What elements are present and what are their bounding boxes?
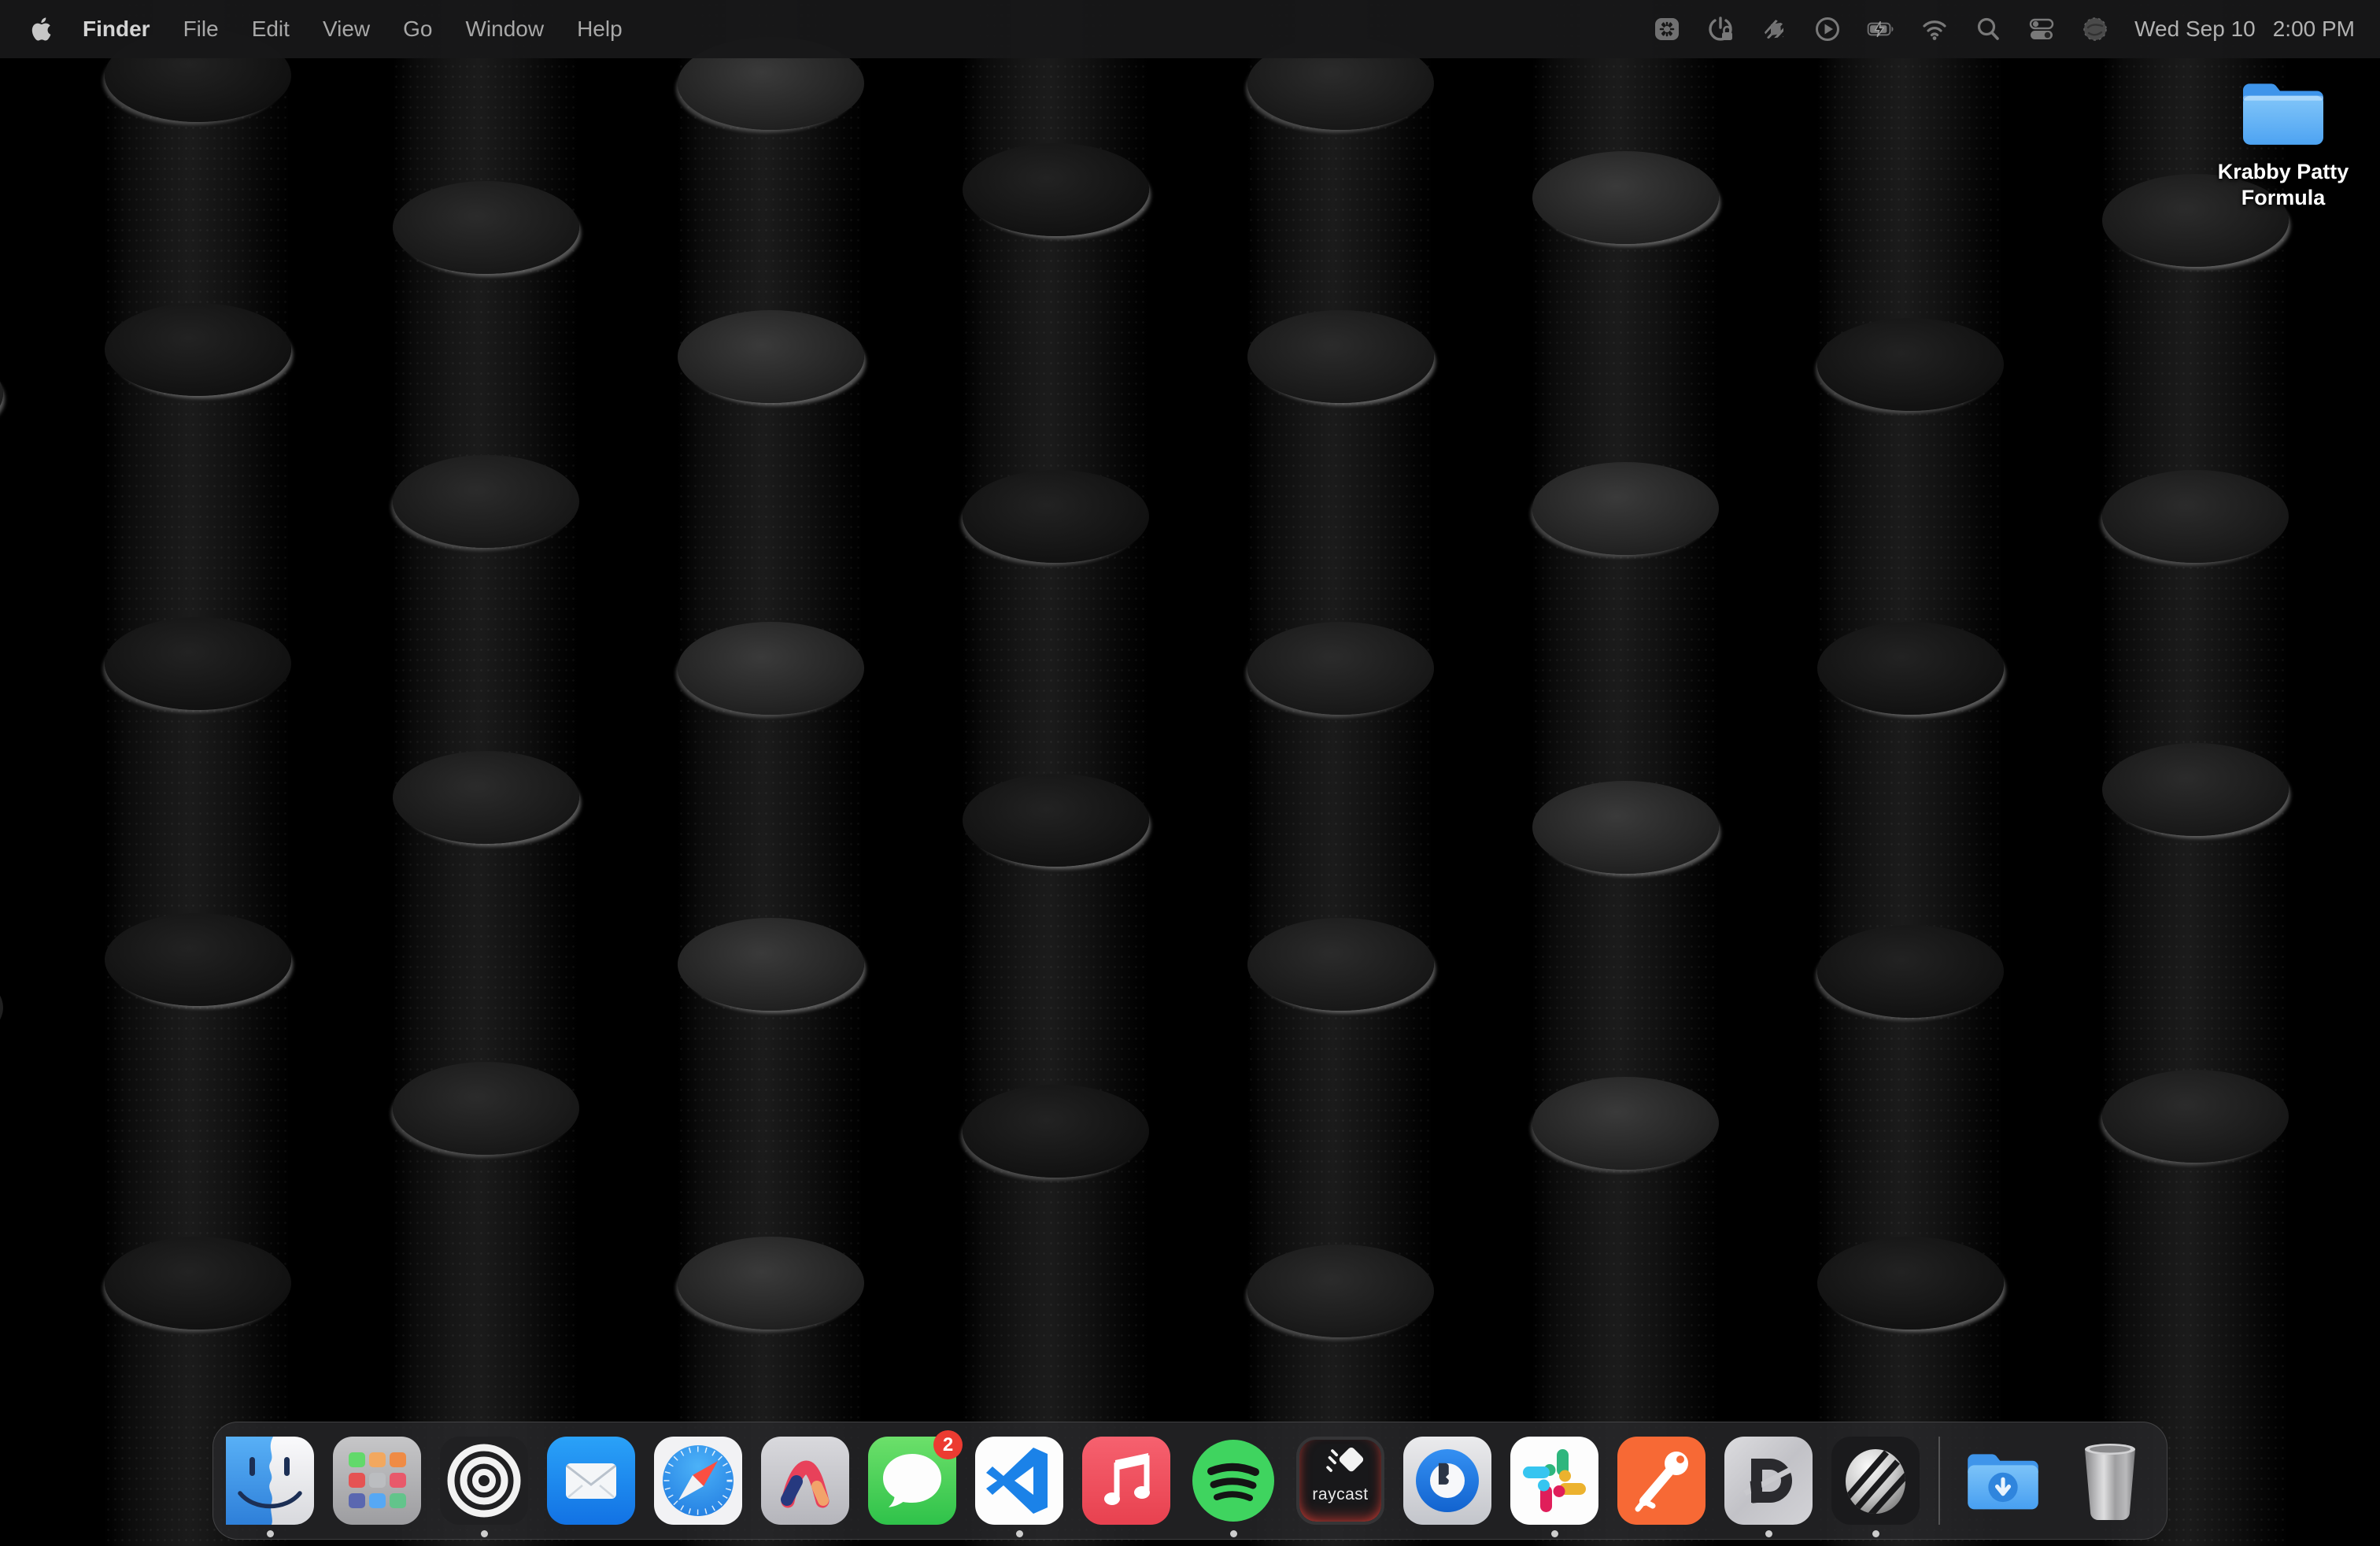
- screen-lock-icon[interactable]: [1706, 15, 1735, 43]
- wallpaper-cylinder-top: [1247, 918, 1434, 1011]
- dock-striped-sphere-app-icon[interactable]: [1831, 1437, 1920, 1525]
- folder-icon: [2234, 71, 2333, 151]
- menu-bar-status: Wed Sep 10 2:00 PM: [1653, 15, 2380, 43]
- dock-postman-icon[interactable]: [1617, 1437, 1706, 1525]
- dock-messages-icon[interactable]: 2: [868, 1437, 956, 1525]
- wallpaper-cylinder-top: [1532, 781, 1719, 874]
- wallpaper-cylinder-top: [1817, 1237, 2004, 1330]
- wallpaper-cylinder-top: [963, 470, 1149, 563]
- menu-item-finder[interactable]: Finder: [66, 0, 167, 58]
- menu-item-file[interactable]: File: [167, 0, 235, 58]
- wallpaper-cylinder-top: [1817, 622, 2004, 715]
- wallpaper: [0, 0, 2380, 1546]
- dock-slack-icon[interactable]: [1510, 1437, 1598, 1525]
- wallpaper-cylinder-top: [678, 310, 864, 403]
- dock-raycast-icon[interactable]: raycast: [1296, 1437, 1384, 1525]
- dock-finder-icon[interactable]: [226, 1437, 314, 1525]
- date-text: Wed Sep 10: [2134, 17, 2256, 42]
- wallpaper-cylinder-top: [678, 918, 864, 1011]
- apple-logo-icon[interactable]: [30, 14, 55, 44]
- menu-item-help[interactable]: Help: [560, 0, 639, 58]
- sphere-avatar-icon[interactable]: [2081, 15, 2109, 43]
- dock-vscode-icon[interactable]: [975, 1437, 1063, 1525]
- wallpaper-cylinder-top: [393, 1062, 579, 1155]
- dock-music-icon[interactable]: [1082, 1437, 1170, 1525]
- wallpaper-cylinder-top: [1532, 1077, 1719, 1170]
- menu-bar-clock[interactable]: Wed Sep 10 2:00 PM: [2134, 17, 2355, 42]
- dock-dia-icon[interactable]: [1724, 1437, 1813, 1525]
- dock-mail-icon[interactable]: [547, 1437, 635, 1525]
- wallpaper-cylinder-top: [1817, 925, 2004, 1018]
- wallpaper-cylinder-top: [2102, 1070, 2289, 1163]
- wallpaper-cylinder-top: [1532, 151, 1719, 244]
- keyboard-burst-icon[interactable]: [1653, 15, 1681, 43]
- menu-bar-left: Finder File Edit View Go Window Help: [0, 0, 639, 58]
- wallpaper-cylinder-top: [393, 751, 579, 844]
- wallpaper-cylinder-top: [963, 1085, 1149, 1178]
- striped-flag-icon[interactable]: [1760, 15, 1788, 43]
- dock-spotify-icon[interactable]: [1189, 1437, 1277, 1525]
- time-text: 2:00 PM: [2273, 17, 2355, 42]
- wallpaper-cylinder-top: [963, 774, 1149, 867]
- menu-item-edit[interactable]: Edit: [235, 0, 306, 58]
- dock-arc-icon[interactable]: [761, 1437, 849, 1525]
- wifi-icon[interactable]: [1920, 15, 1949, 43]
- wallpaper-cylinder: [0, 0, 3, 1546]
- desktop-folder-krabby-patty-formula[interactable]: Krabby Patty Formula: [2217, 71, 2349, 211]
- wallpaper-cylinder-top: [2102, 743, 2289, 836]
- dock-divider: [1938, 1437, 1940, 1525]
- messages-unread-badge: 2: [933, 1430, 963, 1459]
- wallpaper-cylinder-top: [678, 1237, 864, 1330]
- raycast-label: raycast: [1299, 1485, 1381, 1504]
- wallpaper-cylinder-top: [105, 913, 291, 1006]
- dock-trash-icon[interactable]: [2066, 1437, 2154, 1525]
- wallpaper-cylinder-top: [2102, 470, 2289, 563]
- dock-1password-icon[interactable]: [1403, 1437, 1491, 1525]
- control-center-icon[interactable]: [2027, 15, 2056, 43]
- spotlight-search-icon[interactable]: [1974, 15, 2002, 43]
- folder-label: Krabby Patty Formula: [2217, 159, 2349, 211]
- wallpaper-cylinder-top: [963, 143, 1149, 236]
- dock-downloads-folder-icon[interactable]: [1959, 1437, 2047, 1525]
- dock-concentric-circles-app-icon[interactable]: [440, 1437, 528, 1525]
- wallpaper-cylinder-top: [1247, 622, 1434, 715]
- menu-item-window[interactable]: Window: [449, 0, 560, 58]
- menu-bar: Finder File Edit View Go Window Help: [0, 0, 2380, 58]
- dock-launchpad-icon[interactable]: [333, 1437, 421, 1525]
- menu-item-go[interactable]: Go: [386, 0, 449, 58]
- desktop: Finder File Edit View Go Window Help: [0, 0, 2380, 1546]
- wallpaper-cylinder-top: [393, 455, 579, 548]
- wallpaper-cylinder-top: [1817, 318, 2004, 411]
- wallpaper-cylinder-top: [1247, 1245, 1434, 1337]
- wallpaper-cylinder-top: [1532, 462, 1719, 555]
- play-circle-icon[interactable]: [1813, 15, 1842, 43]
- dock: 2: [213, 1422, 2168, 1540]
- battery-charging-icon[interactable]: [1867, 15, 1895, 43]
- menu-item-view[interactable]: View: [306, 0, 386, 58]
- wallpaper-cylinder-top: [678, 622, 864, 715]
- wallpaper-cylinder-top: [393, 181, 579, 274]
- dock-safari-icon[interactable]: [654, 1437, 742, 1525]
- wallpaper-cylinder-top: [105, 1237, 291, 1330]
- wallpaper-cylinder-top: [1247, 310, 1434, 403]
- wallpaper-cylinder-top: [105, 617, 291, 710]
- wallpaper-cylinder-top: [105, 303, 291, 396]
